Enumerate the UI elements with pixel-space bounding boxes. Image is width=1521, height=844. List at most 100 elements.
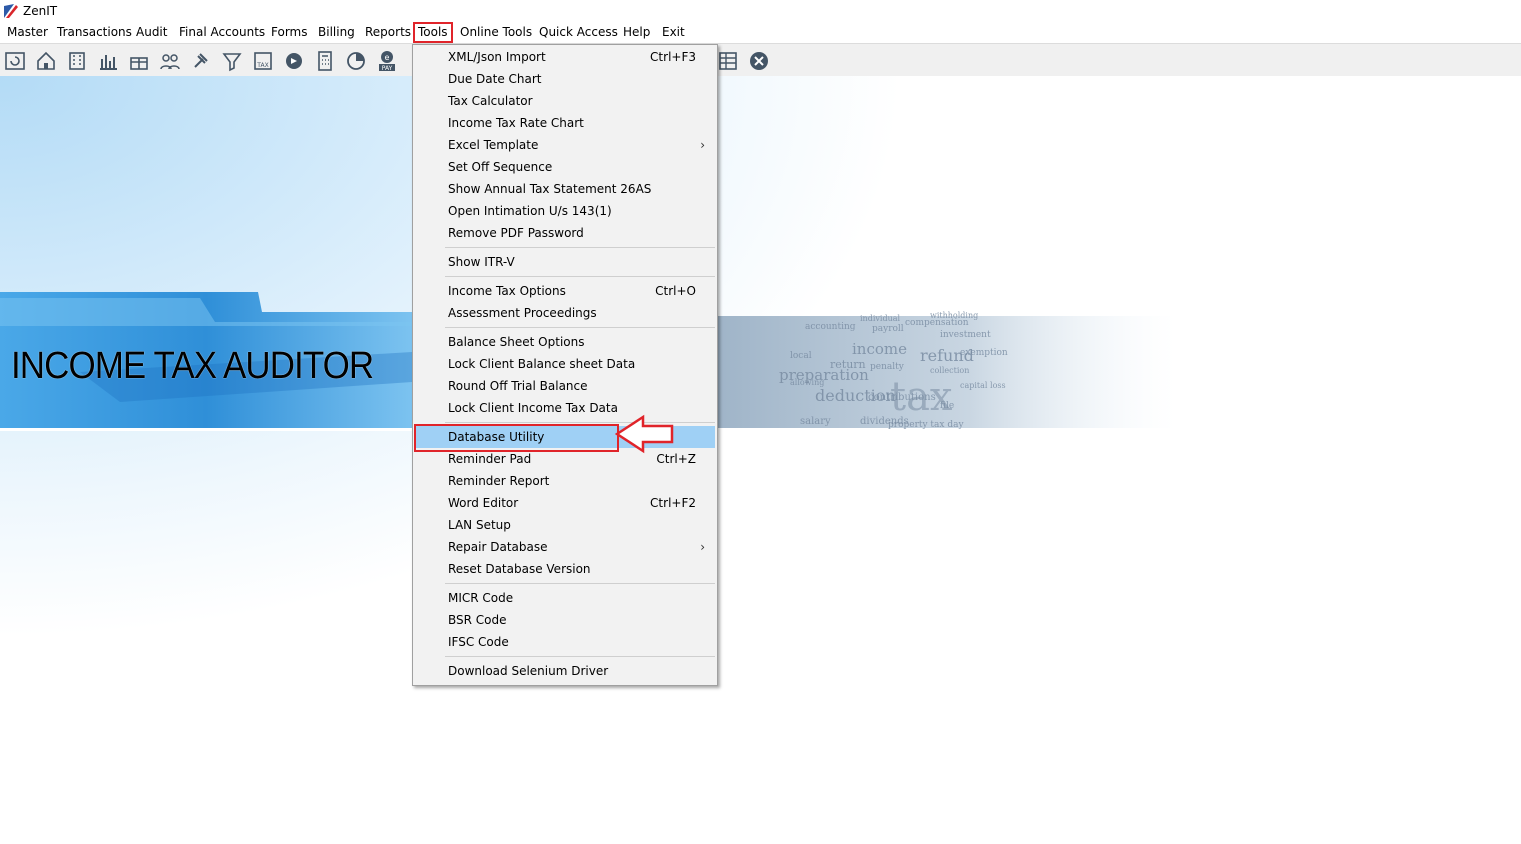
title-bar: ZenIT xyxy=(0,0,1521,22)
menu-exit[interactable]: Exit xyxy=(659,24,688,41)
menu-item-label: Reminder Pad xyxy=(448,452,532,466)
bar-chart-icon[interactable] xyxy=(97,50,119,72)
menu-item-excel-template[interactable]: Excel Template › xyxy=(415,134,715,156)
menu-master[interactable]: Master xyxy=(4,24,51,41)
e-pay-icon[interactable]: e PAY xyxy=(376,50,398,72)
close-circle-icon[interactable] xyxy=(748,50,770,72)
tax-icon[interactable]: TAX xyxy=(252,50,274,72)
home-icon[interactable] xyxy=(35,50,57,72)
gift-icon[interactable] xyxy=(128,50,150,72)
menu-online-tools[interactable]: Online Tools xyxy=(457,24,535,41)
menu-separator xyxy=(445,656,715,657)
menu-item-label: MICR Code xyxy=(448,591,514,605)
chevron-right-icon: › xyxy=(700,540,705,554)
menu-item-due-date-chart[interactable]: Due Date Chart xyxy=(415,68,715,90)
nav-icon[interactable] xyxy=(283,50,305,72)
menu-audit[interactable]: Audit xyxy=(133,24,170,41)
users-icon[interactable] xyxy=(159,50,181,72)
svg-text:e: e xyxy=(385,53,390,62)
menu-item-label: Remove PDF Password xyxy=(448,226,584,240)
word-cloud-term: property tax day xyxy=(888,420,964,430)
menu-item-label: Word Editor xyxy=(448,496,519,510)
menu-item-label: Income Tax Options xyxy=(448,284,566,298)
chevron-right-icon: › xyxy=(700,138,705,152)
menu-separator xyxy=(445,327,715,328)
menu-item-tax-calculator[interactable]: Tax Calculator xyxy=(415,90,715,112)
word-cloud-term: income xyxy=(852,340,907,358)
menu-item-label: Round Off Trial Balance xyxy=(448,379,588,393)
menu-item-word-editor[interactable]: Word Editor Ctrl+F2 xyxy=(415,492,715,514)
menu-bar: Master Transactions Audit Final Accounts For… xyxy=(0,22,1521,44)
menu-item-label: Download Selenium Driver xyxy=(448,664,609,678)
menu-item-lock-client-balance-sheet-data[interactable]: Lock Client Balance sheet Data xyxy=(415,353,715,375)
menu-item-set-off-sequence[interactable]: Set Off Sequence xyxy=(415,156,715,178)
menu-quick-access[interactable]: Quick Access xyxy=(536,24,621,41)
menu-item-label: Reset Database Version xyxy=(448,562,591,576)
menu-item-label: Reminder Report xyxy=(448,474,550,488)
menu-item-repair-database[interactable]: Repair Database › xyxy=(415,536,715,558)
word-cloud-term: investment xyxy=(940,330,991,340)
menu-item-label: XML/Json Import xyxy=(448,50,546,64)
menu-item-reminder-report[interactable]: Reminder Report xyxy=(415,470,715,492)
grid-icon[interactable] xyxy=(717,50,739,72)
menu-item-download-selenium-driver[interactable]: Download Selenium Driver xyxy=(415,660,715,682)
word-cloud-term: local xyxy=(790,351,812,361)
menu-item-round-off-trial-balance[interactable]: Round Off Trial Balance xyxy=(415,375,715,397)
menu-item-open-intimation-u-s-143-1[interactable]: Open Intimation U/s 143(1) xyxy=(415,200,715,222)
menu-item-bsr-code[interactable]: BSR Code xyxy=(415,609,715,631)
word-cloud-term: allowing xyxy=(790,378,825,387)
tools-dropdown-menu: XML/Json Import Ctrl+F3 Due Date Chart Tax … xyxy=(412,44,718,686)
calculator-icon[interactable] xyxy=(314,50,336,72)
word-cloud-term: collection xyxy=(930,366,970,375)
menu-billing[interactable]: Billing xyxy=(315,24,358,41)
menu-final-accounts[interactable]: Final Accounts xyxy=(176,24,268,41)
menu-item-show-annual-tax-statement-26as[interactable]: Show Annual Tax Statement 26AS xyxy=(415,178,715,200)
menu-item-xml-json-import[interactable]: XML/Json Import Ctrl+F3 xyxy=(415,46,715,68)
workspace-background xyxy=(0,76,1521,844)
gavel-icon[interactable] xyxy=(190,50,212,72)
word-cloud-term: exemption xyxy=(960,348,1008,358)
menu-item-balance-sheet-options[interactable]: Balance Sheet Options xyxy=(415,331,715,353)
word-cloud-term: capital loss xyxy=(960,381,1006,390)
menu-item-income-tax-options[interactable]: Income Tax Options Ctrl+O xyxy=(415,280,715,302)
word-cloud-term: return xyxy=(830,358,866,371)
menu-item-shortcut: Ctrl+F2 xyxy=(650,496,696,510)
menu-item-label: Income Tax Rate Chart xyxy=(448,116,584,130)
menu-item-ifsc-code[interactable]: IFSC Code xyxy=(415,631,715,653)
refresh-icon[interactable] xyxy=(4,50,26,72)
menu-item-assessment-proceedings[interactable]: Assessment Proceedings xyxy=(415,302,715,324)
menu-item-label: Lock Client Income Tax Data xyxy=(448,401,618,415)
menu-item-label: Database Utility xyxy=(448,430,545,444)
building-icon[interactable] xyxy=(66,50,88,72)
menu-separator xyxy=(445,583,715,584)
menu-item-remove-pdf-password[interactable]: Remove PDF Password xyxy=(415,222,715,244)
word-cloud-term: contributions xyxy=(868,392,936,403)
banner-title: INCOME TAX AUDITOR xyxy=(11,345,374,387)
menu-forms[interactable]: Forms xyxy=(268,24,310,41)
menu-reports[interactable]: Reports xyxy=(362,24,414,41)
menu-transactions[interactable]: Transactions xyxy=(54,24,135,41)
menu-item-label: Tax Calculator xyxy=(448,94,533,108)
toolbar: TAX e PAY xyxy=(0,44,1521,76)
svg-text:PAY: PAY xyxy=(382,65,393,72)
word-cloud-term: accounting xyxy=(805,322,856,332)
menu-item-income-tax-rate-chart[interactable]: Income Tax Rate Chart xyxy=(415,112,715,134)
menu-item-lan-setup[interactable]: LAN Setup xyxy=(415,514,715,536)
filter-icon[interactable] xyxy=(221,50,243,72)
menu-tools[interactable]: Tools xyxy=(413,22,453,43)
word-cloud-term: penalty xyxy=(870,362,904,372)
menu-item-reset-database-version[interactable]: Reset Database Version xyxy=(415,558,715,580)
zenit-logo-icon xyxy=(4,4,18,18)
menu-help[interactable]: Help xyxy=(620,24,653,41)
word-cloud-term: payroll xyxy=(872,324,904,334)
menu-item-shortcut: Ctrl+O xyxy=(655,284,696,298)
menu-item-label: Show Annual Tax Statement 26AS xyxy=(448,182,652,196)
menu-item-shortcut: Ctrl+F3 xyxy=(650,50,696,64)
menu-item-label: Lock Client Balance sheet Data xyxy=(448,357,636,371)
menu-item-label: Excel Template xyxy=(448,138,539,152)
menu-separator xyxy=(445,276,715,277)
menu-item-show-itr-v[interactable]: Show ITR-V xyxy=(415,251,715,273)
menu-item-micr-code[interactable]: MICR Code xyxy=(415,587,715,609)
menu-item-label: LAN Setup xyxy=(448,518,511,532)
pie-chart-icon[interactable] xyxy=(345,50,367,72)
